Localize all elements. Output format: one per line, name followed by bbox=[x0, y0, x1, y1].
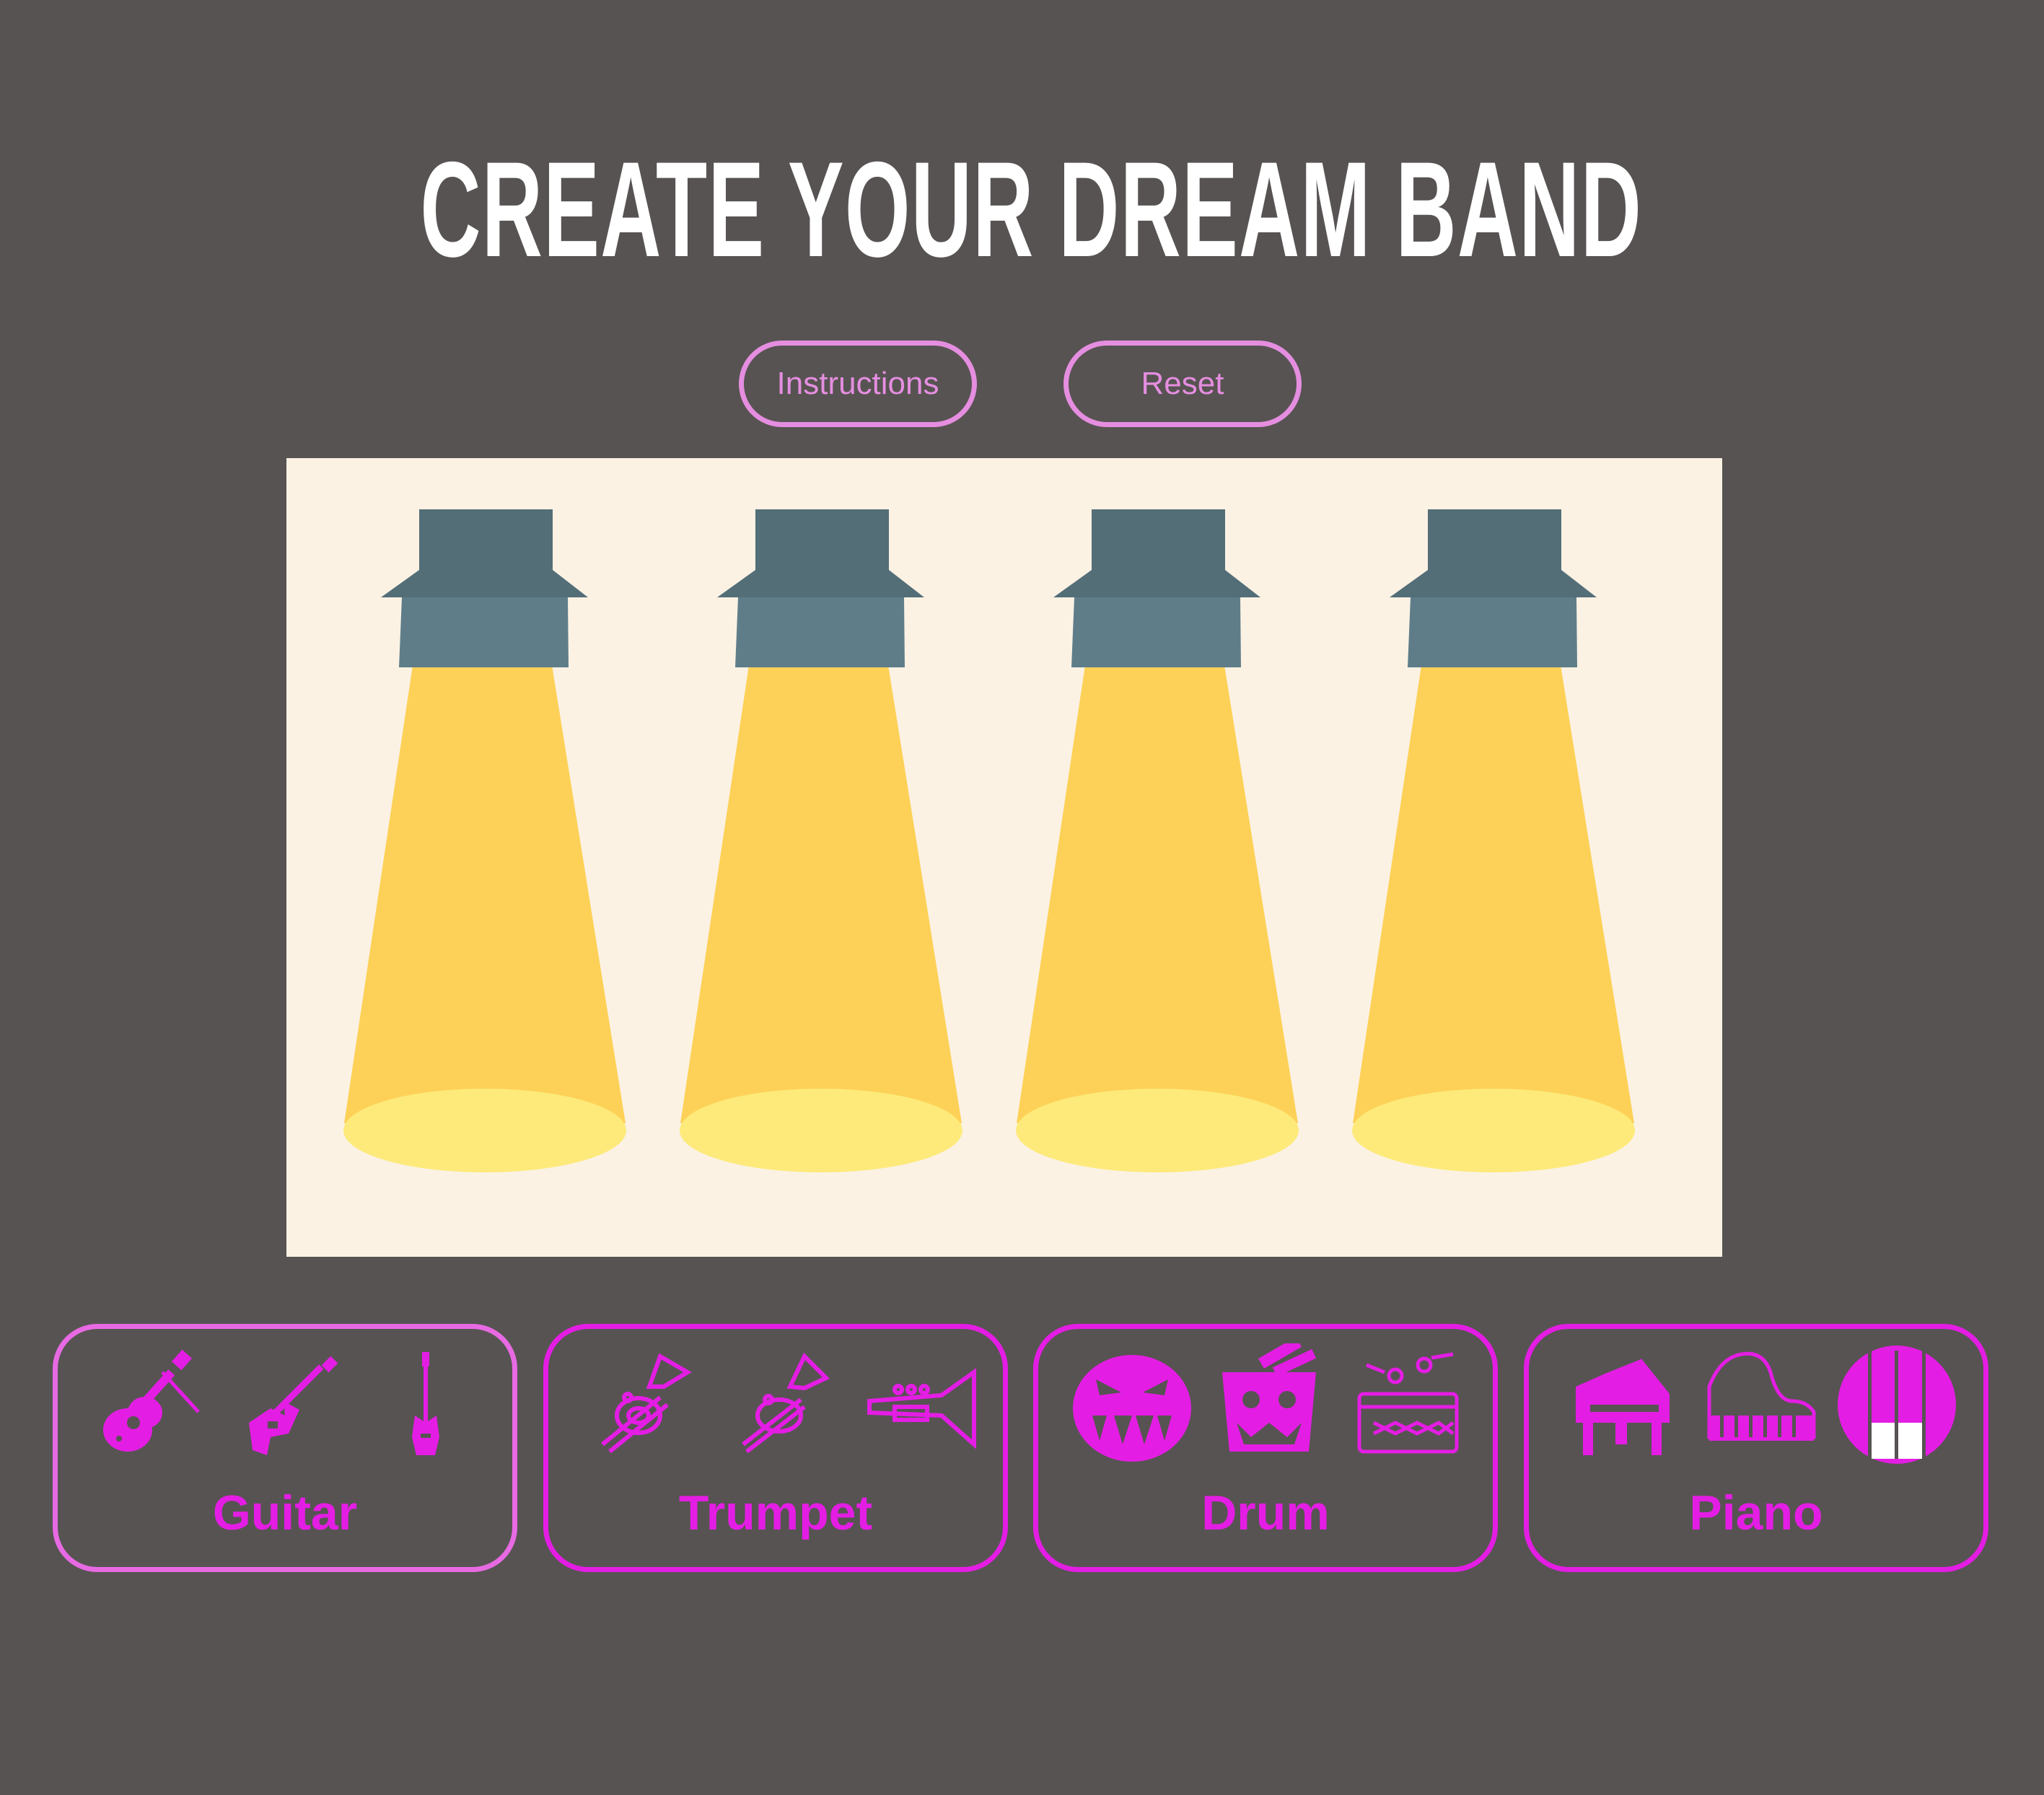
reset-button[interactable]: Reset bbox=[1063, 341, 1302, 427]
spotlight-3[interactable] bbox=[1016, 509, 1299, 1172]
instrument-label: Guitar bbox=[212, 1485, 358, 1540]
cornet-icon[interactable] bbox=[718, 1343, 841, 1466]
acoustic-guitar-icon[interactable] bbox=[90, 1343, 213, 1466]
trumpet-icon[interactable] bbox=[855, 1343, 978, 1466]
piano-outline-icon[interactable] bbox=[1698, 1343, 1821, 1466]
icon-row bbox=[1038, 1343, 1493, 1466]
electric-guitar-icon[interactable] bbox=[227, 1343, 350, 1466]
instrument-card-trumpet[interactable]: Trumpet bbox=[543, 1324, 1008, 1572]
spotlight-4[interactable] bbox=[1352, 509, 1635, 1172]
instrument-label: Trumpet bbox=[678, 1485, 873, 1540]
stage-area[interactable] bbox=[286, 458, 1722, 1257]
icon-row bbox=[1529, 1343, 1983, 1466]
instrument-card-drum[interactable]: Drum bbox=[1033, 1324, 1498, 1572]
spotlights bbox=[343, 509, 1635, 1172]
spotlight-1[interactable] bbox=[343, 509, 626, 1172]
page-title: CREATE YOUR DREAM BAND bbox=[420, 133, 1643, 285]
tuba-icon[interactable] bbox=[581, 1343, 703, 1466]
icon-row bbox=[548, 1343, 1003, 1466]
instrument-label: Piano bbox=[1689, 1485, 1823, 1540]
instrument-label: Drum bbox=[1201, 1485, 1330, 1540]
page: CREATE YOUR DREAM BAND Instructions Rese… bbox=[0, 0, 2044, 1795]
piano-keys-icon[interactable] bbox=[1835, 1343, 1958, 1466]
instrument-card-piano[interactable]: Piano bbox=[1524, 1324, 1988, 1572]
grand-piano-icon[interactable] bbox=[1561, 1343, 1684, 1466]
icon-row bbox=[58, 1343, 512, 1466]
angry-drum-icon[interactable] bbox=[1071, 1343, 1193, 1466]
drum-face-icon[interactable] bbox=[1208, 1343, 1330, 1466]
bass-guitar-icon[interactable] bbox=[364, 1343, 487, 1466]
instructions-button[interactable]: Instructions bbox=[739, 341, 977, 427]
instrument-card-guitar[interactable]: Guitar bbox=[53, 1324, 517, 1572]
snare-drum-icon[interactable] bbox=[1345, 1343, 1468, 1466]
spotlight-2[interactable] bbox=[680, 509, 962, 1172]
